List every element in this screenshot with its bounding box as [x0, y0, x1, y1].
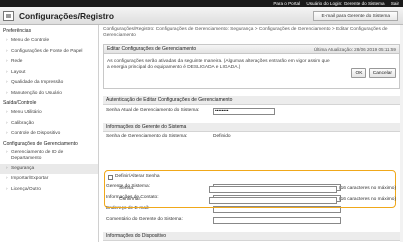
password-change-highlight: Definir/Alterar Senha Senha: (16 caracte… — [104, 170, 396, 208]
confirm-password-input[interactable] — [209, 196, 337, 204]
settings-logo-icon — [3, 11, 14, 21]
edit-panel-buttons: OK Cancelar — [350, 68, 396, 78]
sidebar-item-network[interactable]: Rede — [0, 57, 98, 68]
edit-panel-message: As configurações serão ativadas da segui… — [107, 59, 330, 70]
portal-link[interactable]: Para o Portal — [273, 1, 300, 6]
login-user-label: Usuário do Login: Gerente do Sistema — [306, 1, 385, 6]
sidebar-item-paper-source[interactable]: Configurações de Fonte de Papel — [0, 47, 98, 58]
sidebar-section-preferences: Preferências — [3, 28, 32, 34]
sidebar-section-output: Saída/Controle — [3, 100, 37, 106]
new-password-hint: (16 caracteres no máximo) — [339, 186, 397, 191]
breadcrumb: Configurações/Registro: Configurações de… — [103, 27, 388, 38]
sidebar-section-management: Configurações de Gerenciamento — [3, 140, 78, 147]
password-status-label: Senha de Gerenciamento do Sistema: — [106, 134, 188, 139]
sidebar-item-license[interactable]: Licença/Outro — [0, 185, 98, 196]
top-bar: Para o Portal Usuário do Login: Gerente … — [0, 0, 403, 7]
sidebar: Preferências Menu de Controle Configuraç… — [0, 25, 99, 242]
sidebar-item-import-export[interactable]: Importar/Exportar — [0, 174, 98, 185]
sidebar-item-print-quality[interactable]: Qualidade da Impressão — [0, 78, 98, 89]
email-manager-button[interactable]: E-mail para Gerente do Sistema — [313, 11, 398, 21]
header: Configurações/Registro E-mail para Geren… — [0, 7, 403, 25]
sidebar-item-layout[interactable]: Layout — [0, 68, 98, 79]
manager-section-title: Informações do Gerente do Sistema — [103, 123, 400, 132]
set-change-password-label: Definir/Alterar Senha — [115, 174, 160, 179]
current-password-input[interactable]: •••••••• — [213, 107, 275, 115]
manager-comment-label: Comentário do Gerente do Sistema: — [106, 217, 183, 222]
password-status-value: Definido — [213, 134, 231, 139]
ok-button[interactable]: OK — [351, 68, 367, 78]
sidebar-item-user-maintenance[interactable]: Manutenção do Usuário — [0, 89, 98, 100]
main-content: Configurações/Registro: Configurações de… — [103, 27, 400, 242]
last-update-label: Última Atualização: 28/06 2019 05:11:59 — [313, 47, 396, 52]
manager-comment-input[interactable] — [213, 216, 341, 224]
set-change-password-checkbox[interactable] — [108, 175, 113, 180]
cancel-button[interactable]: Cancelar — [368, 68, 396, 78]
auth-section-title: Autenticação de Editar Configurações de … — [103, 96, 400, 105]
current-password-label: Senha Atual de Gerenciamento do Sistema: — [106, 108, 200, 113]
edit-panel-title: Editar Configurações de Gerenciamento — [107, 46, 197, 52]
confirm-password-hint: (16 caracteres no máximo) — [339, 197, 397, 202]
new-password-label: Senha: — [119, 186, 135, 191]
sidebar-item-calibration[interactable]: Calibração — [0, 119, 98, 130]
sidebar-item-device-control[interactable]: Controle de Dispositivo — [0, 129, 98, 140]
new-password-input[interactable] — [209, 185, 337, 193]
sidebar-item-security[interactable]: Segurança — [0, 163, 98, 174]
sidebar-item-control-menu[interactable]: Menu de Controle — [0, 36, 98, 47]
sidebar-item-utility-menu[interactable]: Menu Utilitário — [0, 108, 98, 119]
edit-panel-header: Editar Configurações de Gerenciamento Úl… — [104, 45, 399, 54]
page-title: Configurações/Registro — [19, 11, 114, 21]
confirm-password-label: Confirmar: — [119, 197, 142, 202]
device-info-section-title: Informações do Dispositivo — [103, 232, 400, 241]
edit-panel: Editar Configurações de Gerenciamento Úl… — [103, 44, 400, 89]
logout-link[interactable]: Sair — [391, 1, 399, 6]
sidebar-item-department-id[interactable]: Gerenciamento de ID de Departamento — [0, 149, 92, 164]
